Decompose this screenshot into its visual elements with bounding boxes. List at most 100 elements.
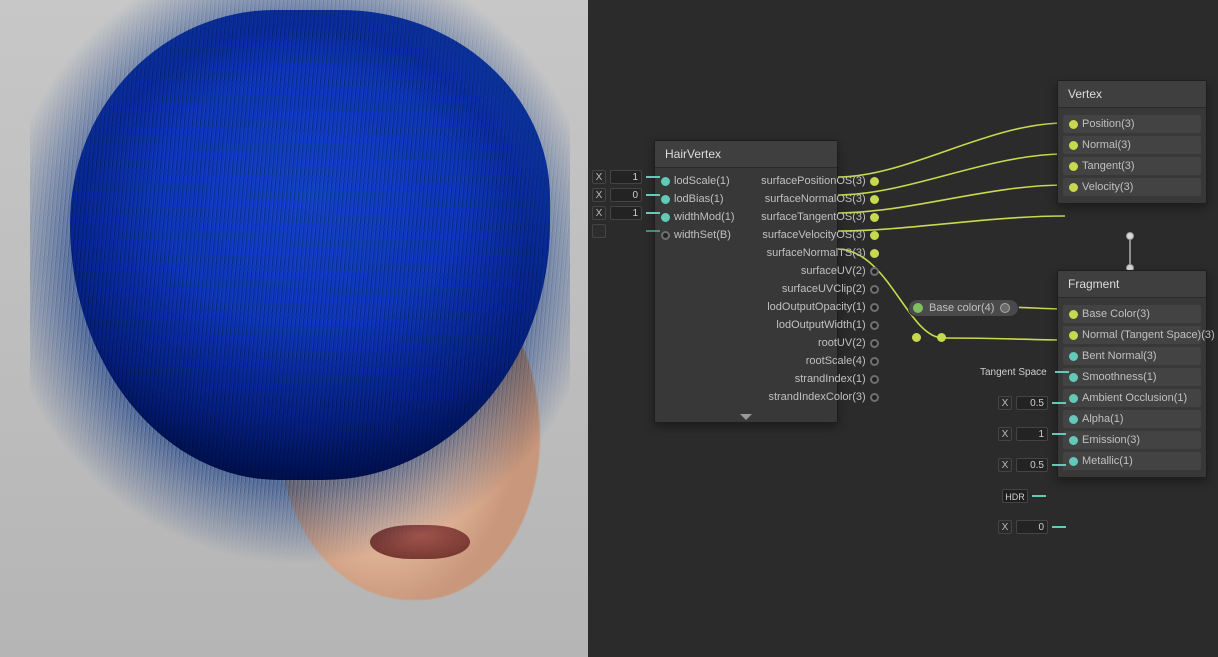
field-bentnormal-space[interactable]: Tangent Space [976,363,1069,381]
field-lodscale[interactable]: X 1 [592,168,660,186]
port-out[interactable] [870,249,879,258]
port-out[interactable] [870,195,879,204]
output-surfaceuv[interactable]: surfaceUV(2) [755,262,885,280]
port-in[interactable] [661,213,670,222]
field-smoothness[interactable]: X 0.5 [998,394,1066,412]
value-input[interactable]: 0.5 [1016,458,1048,472]
wire-stub [1052,399,1066,408]
node-title: Vertex [1058,81,1206,108]
property-base-color[interactable]: Base color(4) [908,299,1019,317]
viewport-3d-preview[interactable] [0,0,588,657]
input-widthset[interactable]: widthSet(B) [655,226,755,244]
field-emission[interactable]: HDR [1002,487,1046,505]
port-in[interactable] [661,177,670,186]
field-metallic[interactable]: X 0 [998,518,1066,536]
port-out[interactable] [870,339,879,348]
field-ao[interactable]: X 1 [998,425,1066,443]
value-input[interactable]: 1 [610,206,642,220]
redirect-node[interactable] [912,333,946,342]
output-surfacenormalos[interactable]: surfaceNormalOS(3) [755,190,885,208]
port-in[interactable] [1069,436,1078,445]
input-velocity[interactable]: Velocity(3) [1063,178,1201,196]
input-lodscale[interactable]: lodScale(1) [655,172,755,190]
input-basecolor[interactable]: Base Color(3) [1063,305,1201,323]
output-surfacetangentos[interactable]: surfaceTangentOS(3) [755,208,885,226]
port-out[interactable] [870,285,879,294]
output-surfaceuvclip[interactable]: surfaceUVClip(2) [755,280,885,298]
port-in[interactable] [1069,331,1078,340]
value-input[interactable]: 1 [610,170,642,184]
input-normal[interactable]: Normal(3) [1063,136,1201,154]
input-tangent[interactable]: Tangent(3) [1063,157,1201,175]
field-widthset[interactable] [592,222,660,240]
port-in[interactable] [1069,394,1078,403]
port-in[interactable] [661,231,670,240]
output-lodoutputopacity[interactable]: lodOutputOpacity(1) [755,298,885,316]
port-in[interactable] [1069,352,1078,361]
port-in[interactable] [1069,183,1078,192]
port-out[interactable] [1000,303,1010,313]
output-lodoutputwidth[interactable]: lodOutputWidth(1) [755,316,885,334]
node-vertex[interactable]: Vertex Position(3) Normal(3) Tangent(3) … [1057,80,1207,204]
port-out[interactable] [870,375,879,384]
preview-hair [30,0,570,640]
axis-x-chip: X [592,206,606,220]
value-input[interactable]: 0.5 [1016,396,1048,410]
field-alpha[interactable]: X 0.5 [998,456,1066,474]
node-title: Fragment [1058,271,1206,298]
output-surfacepositionos[interactable]: surfacePositionOS(3) [755,172,885,190]
port-in[interactable] [1069,373,1078,382]
node-fragment[interactable]: Fragment Base Color(3) Normal (Tangent S… [1057,270,1207,478]
port-in[interactable] [912,333,921,342]
vertex-link-out[interactable] [1126,232,1134,240]
port-out[interactable] [870,321,879,330]
input-position[interactable]: Position(3) [1063,115,1201,133]
port-out[interactable] [870,303,879,312]
output-surfacevelocityos[interactable]: surfaceVelocityOS(3) [755,226,885,244]
axis-x-chip: X [998,396,1012,410]
input-alpha[interactable]: Alpha(1) [1063,410,1201,428]
port-in[interactable] [1069,310,1078,319]
port-in[interactable] [1069,120,1078,129]
input-widthmod[interactable]: widthMod(1) [655,208,755,226]
input-lodbias[interactable]: lodBias(1) [655,190,755,208]
output-surfacenormalts[interactable]: surfaceNormalTS(3) [755,244,885,262]
port-out[interactable] [870,231,879,240]
input-normal-ts[interactable]: Normal (Tangent Space)(3) [1063,326,1201,344]
input-metallic[interactable]: Metallic(1) [1063,452,1201,470]
value-input[interactable]: 1 [1016,427,1048,441]
output-rootuv[interactable]: rootUV(2) [755,334,885,352]
wire-stub [646,191,660,200]
output-strandindex[interactable]: strandIndex(1) [755,370,885,388]
input-smoothness[interactable]: Smoothness(1) [1063,368,1201,386]
port-out[interactable] [870,357,879,366]
value-input[interactable]: 0 [610,188,642,202]
port-in[interactable] [1069,415,1078,424]
node-hairvertex[interactable]: HairVertex lodScale(1) lodBias(1) widthM… [654,140,838,423]
field-lodbias[interactable]: X 0 [592,186,660,204]
slot-input[interactable] [592,224,606,238]
wire-stub [1055,368,1069,377]
port-out[interactable] [870,177,879,186]
field-widthmod[interactable]: X 1 [592,204,660,222]
axis-x-chip: X [998,458,1012,472]
shader-graph-canvas[interactable]: HairVertex lodScale(1) lodBias(1) widthM… [588,0,1218,657]
input-bentnormal[interactable]: Bent Normal(3) [1063,347,1201,365]
node-title: HairVertex [655,141,837,168]
hdr-chip[interactable]: HDR [1002,489,1028,503]
port-out[interactable] [870,213,879,222]
node-collapse-toggle[interactable] [740,414,752,420]
value-input[interactable]: 0 [1016,520,1048,534]
port-out[interactable] [870,267,879,276]
port-in[interactable] [1069,162,1078,171]
port-in[interactable] [661,195,670,204]
input-ao[interactable]: Ambient Occlusion(1) [1063,389,1201,407]
port-in[interactable] [1069,141,1078,150]
wire-stub [1052,430,1066,439]
input-emission[interactable]: Emission(3) [1063,431,1201,449]
output-rootscale[interactable]: rootScale(4) [755,352,885,370]
port-in[interactable] [1069,457,1078,466]
port-out[interactable] [937,333,946,342]
port-out[interactable] [870,393,879,402]
output-strandindexcolor[interactable]: strandIndexColor(3) [755,388,885,406]
